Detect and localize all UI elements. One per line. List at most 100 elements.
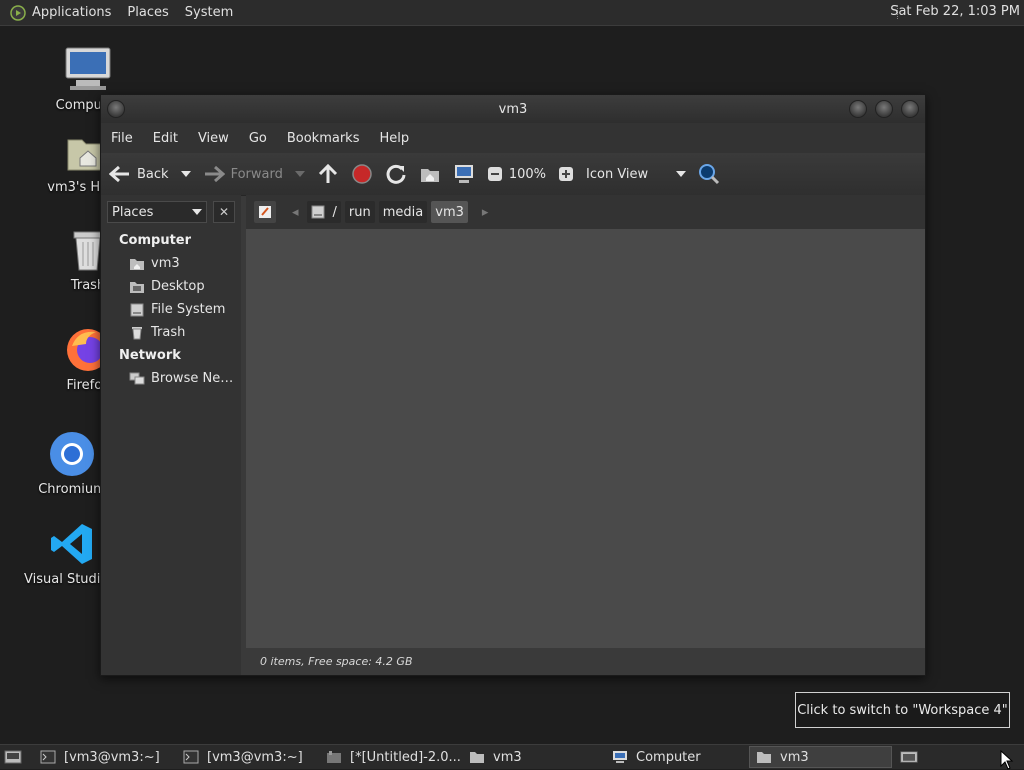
sidebar-selector[interactable]: Places (107, 201, 207, 223)
edit-icon (259, 206, 271, 218)
zoom-level[interactable]: 100% (509, 167, 546, 182)
window-title: vm3 (498, 101, 528, 117)
window-menu-icon[interactable] (107, 100, 125, 118)
folder-icon (470, 752, 484, 763)
up-arrow-icon (318, 163, 337, 183)
minimize-button[interactable] (849, 100, 867, 118)
window-titlebar[interactable]: vm3 (101, 95, 925, 123)
sidebar-item-label: Browse Ne… (151, 371, 234, 386)
top-panel: Applications Places System Sat Feb 22, 1… (0, 0, 1024, 26)
back-button[interactable]: Back (109, 163, 169, 185)
path-crumb-run[interactable]: run (344, 201, 375, 223)
statusbar: 0 items, Free space: 4.2 GB (246, 648, 925, 675)
workspace-switcher[interactable] (894, 746, 924, 768)
location-bar: ◂ / run media vm3 ▸ (246, 195, 925, 229)
taskbar-item-image-editor[interactable]: [*[Untitled]-2.0... (320, 746, 463, 768)
drive-icon (130, 303, 144, 316)
chevron-down-icon (676, 171, 687, 177)
menu-file[interactable]: File (111, 131, 133, 146)
clock[interactable]: Sat Feb 22, 1:03 PM (890, 4, 1020, 19)
view-mode-select[interactable]: Icon View (586, 166, 687, 182)
menu-bookmarks[interactable]: Bookmarks (287, 131, 360, 146)
forward-button[interactable]: Forward (203, 163, 283, 185)
file-manager-window: vm3 File Edit View Go Bookmarks Help Bac… (100, 94, 926, 676)
vscode-icon (48, 520, 96, 568)
menu-edit[interactable]: Edit (153, 131, 178, 146)
applications-menu[interactable]: Applications (32, 5, 111, 20)
taskbar-label: Computer (636, 749, 701, 765)
menu-go[interactable]: Go (249, 131, 267, 146)
chromium-icon (48, 430, 96, 478)
toggle-location-entry-button[interactable] (254, 201, 276, 223)
zoom-in-icon (559, 167, 574, 181)
system-menu[interactable]: System (185, 5, 233, 20)
desktop-folder-icon (130, 281, 144, 293)
search-button[interactable] (698, 163, 720, 185)
taskbar-item-computer[interactable]: Computer (606, 746, 749, 768)
zoom-out-button[interactable] (487, 166, 503, 182)
close-button[interactable] (901, 100, 919, 118)
image-editor-icon (327, 751, 341, 763)
places-menu[interactable]: Places (127, 5, 168, 20)
back-history-dropdown[interactable] (180, 170, 191, 178)
sidebar-item-browse-network[interactable]: Browse Ne… (101, 367, 241, 390)
show-desktop-icon (4, 750, 22, 764)
close-sidebar-button[interactable]: ✕ (213, 201, 235, 223)
zoom-in-button[interactable] (558, 166, 574, 182)
home-button[interactable] (419, 163, 441, 185)
sidebar-item-label: File System (151, 302, 226, 317)
sidebar-item-label: Trash (151, 325, 186, 340)
network-icon (129, 372, 145, 384)
computer-icon (64, 46, 112, 94)
view-mode-label: Icon View (586, 166, 649, 182)
taskbar-item-folder-vm3[interactable]: vm3 (463, 746, 606, 768)
maximize-button[interactable] (875, 100, 893, 118)
sidebar-selector-label: Places (112, 204, 154, 220)
sidebar-item-label: vm3 (151, 256, 180, 271)
forward-arrow-icon (203, 163, 225, 185)
bottom-taskbar: [vm3@vm3:~] [vm3@vm3:~] [*[Untitled]-2.0… (0, 744, 1024, 769)
file-view[interactable] (246, 229, 925, 648)
sidebar-item-file-system[interactable]: File System (101, 298, 241, 321)
path-crumb-media[interactable]: media (378, 201, 428, 223)
taskbar-item-folder-vm3-active[interactable]: vm3 (749, 746, 892, 768)
up-button[interactable] (317, 163, 339, 185)
path-crumb-vm3[interactable]: vm3 (431, 201, 468, 223)
path-crumb-root[interactable]: / (306, 201, 341, 223)
folder-icon (757, 752, 771, 763)
close-icon: ✕ (218, 205, 230, 219)
content-area: Places ✕ Computer vm3 Desktop File Syste… (101, 195, 925, 675)
terminal-icon (40, 750, 56, 764)
workspace-icon (900, 751, 918, 763)
back-arrow-icon (109, 163, 131, 185)
menubar: File Edit View Go Bookmarks Help (101, 123, 925, 153)
computer-icon (613, 751, 627, 763)
workspace-tooltip: Click to switch to "Workspace 4" (795, 692, 1010, 728)
taskbar-label: [*[Untitled]-2.0... (350, 749, 461, 765)
path-scroll-right-icon[interactable]: ▸ (482, 205, 489, 220)
reload-icon (386, 164, 406, 184)
menu-help[interactable]: Help (379, 131, 409, 146)
path-scroll-left-icon[interactable]: ◂ (292, 205, 299, 220)
computer-button[interactable] (453, 163, 475, 185)
path-crumb-label: / (332, 204, 337, 220)
taskbar-item-terminal-2[interactable]: [vm3@vm3:~] (177, 746, 320, 768)
sidebar-item-desktop[interactable]: Desktop (101, 275, 241, 298)
forward-history-dropdown[interactable] (294, 170, 305, 178)
home-folder-icon (420, 169, 439, 182)
show-desktop-button[interactable] (0, 746, 34, 768)
computer-icon (454, 165, 473, 183)
sidebar-item-vm3[interactable]: vm3 (101, 252, 241, 275)
sidebar-item-trash[interactable]: Trash (101, 321, 241, 344)
taskbar-item-terminal-1[interactable]: [vm3@vm3:~] (34, 746, 177, 768)
forward-label: Forward (230, 166, 283, 182)
stop-button[interactable] (351, 163, 373, 185)
sidebar-header: Places ✕ (101, 195, 241, 229)
sidebar: Places ✕ Computer vm3 Desktop File Syste… (101, 195, 241, 675)
distro-logo-icon[interactable] (10, 4, 26, 21)
sidebar-heading-computer: Computer (119, 233, 192, 248)
menu-view[interactable]: View (198, 131, 229, 146)
home-folder-icon (130, 258, 144, 270)
mouse-cursor-icon (1000, 750, 1014, 770)
reload-button[interactable] (385, 163, 407, 185)
